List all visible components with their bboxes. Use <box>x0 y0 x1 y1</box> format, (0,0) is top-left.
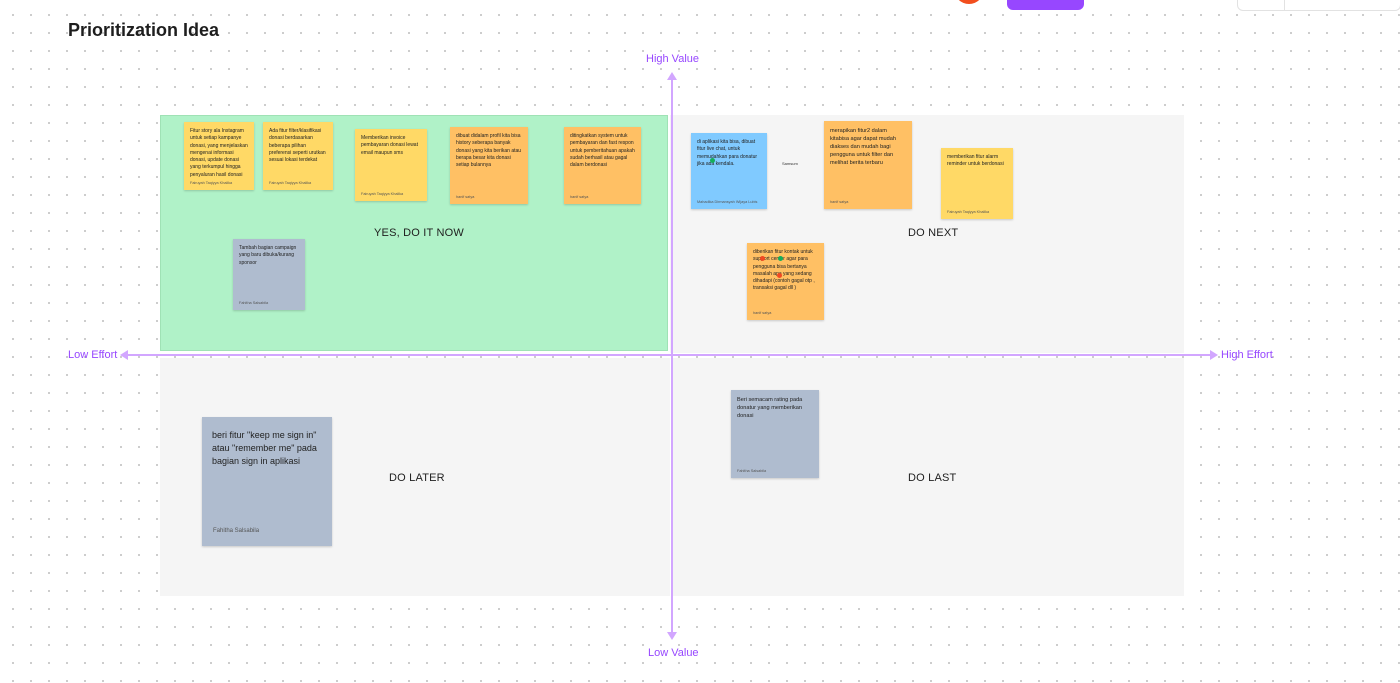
quadrant-label-do-last: DO LAST <box>908 472 957 484</box>
sticky-note-author: Fahitha Salsabila <box>213 528 260 534</box>
sticky-note[interactable]: Memberikan invoice pembayaran donasi lew… <box>355 129 427 201</box>
axis-label-high-value: High Value <box>646 53 699 65</box>
sticky-note-text: Tambah bagian campaign yang baru dibuka/… <box>239 245 297 266</box>
sticky-note[interactable]: Tambah bagian campaign yang baru dibuka/… <box>233 239 305 310</box>
page-title: Prioritization Idea <box>68 20 220 40</box>
quadrant-label-do-later: DO LATER <box>389 472 445 484</box>
sticky-note-author: Mahadika Dirmansyah Wijaya Lubis <box>697 200 758 204</box>
share-button[interactable] <box>1007 0 1084 10</box>
sticky-note[interactable]: memberikan fitur alarm reminder untuk be… <box>941 148 1013 219</box>
sticky-note[interactable]: diberikan fitur kontak untuk support cen… <box>747 243 824 320</box>
sticky-note[interactable]: dibuat didalam profil kita bisa history … <box>450 127 528 204</box>
sticky-note-text: memberikan fitur alarm reminder untuk be… <box>947 154 1004 168</box>
effort-axis <box>126 354 1212 356</box>
sticky-note-author: Fahitha Salsabila <box>239 301 269 305</box>
sticky-note-text: Ada fitur filter/klasifikasi donasi berd… <box>269 128 326 163</box>
quadrant-label-do-next: DO NEXT <box>908 227 959 239</box>
sticky-note[interactable]: Beri semacam rating pada donatur yang me… <box>731 390 819 478</box>
sticky-note-text: merapikan fitur2 dalam kitabisa agar dap… <box>830 128 896 167</box>
collaborator-cursor-icon <box>760 256 765 261</box>
sticky-note[interactable]: merapikan fitur2 dalam kitabisa agar dap… <box>824 121 912 209</box>
sticky-note-author: Fairuyah Taqiyya Khalika <box>269 181 312 185</box>
collaborator-cursor-icon <box>710 158 715 163</box>
sticky-note-author: hanif satya <box>456 195 475 199</box>
sticky-note[interactable]: ditingkatkan system untuk pembayaran dan… <box>564 127 641 204</box>
zoom-divider <box>1284 0 1285 10</box>
axis-label-low-effort: Low Effort <box>68 349 118 361</box>
sticky-note[interactable]: beri fitur "keep me sign in" atau "remem… <box>202 417 332 546</box>
sticky-note-author: hanif satya <box>753 311 772 315</box>
arrow-up-icon <box>667 72 677 80</box>
sticky-note-author: hanif satya <box>570 195 589 199</box>
sticky-note-text: di aplikasi kita bisa, dibuat fitur live… <box>697 139 758 167</box>
arrow-left-icon <box>120 350 128 360</box>
arrow-right-icon <box>1210 350 1218 360</box>
sticky-note[interactable]: Fitur story ala Instagram untuk setiap k… <box>184 122 254 190</box>
sticky-note-author: hanif satya <box>830 200 849 204</box>
axis-label-high-effort: High Effort <box>1221 349 1273 361</box>
sticky-note-author: Fairuyah Taqiyya Khalika <box>190 181 233 185</box>
sticky-note-text: ditingkatkan system untuk pembayaran dan… <box>570 133 635 168</box>
sticky-note[interactable]: Ada fitur filter/klasifikasi donasi berd… <box>263 122 333 190</box>
sticky-note[interactable]: di aplikasi kita bisa, dibuat fitur live… <box>691 133 767 209</box>
collaborator-cursor-icon <box>777 273 782 278</box>
sticky-note-author: Fahitha Salsabila <box>737 469 767 473</box>
sticky-note-text: Memberikan invoice pembayaran donasi lew… <box>361 135 418 156</box>
sticky-note-text: Fitur story ala Instagram untuk setiap k… <box>190 128 248 178</box>
value-axis <box>671 78 673 636</box>
zoom-control[interactable] <box>1237 0 1400 11</box>
quadrant-label-do-it-now: YES, DO IT NOW <box>374 227 464 239</box>
arrow-down-icon <box>667 632 677 640</box>
collaborator-cursor-icon <box>778 256 783 261</box>
sticky-note-text: beri fitur "keep me sign in" atau "remem… <box>212 430 317 467</box>
sticky-note-text: Beri semacam rating pada donatur yang me… <box>737 397 803 420</box>
user-avatar[interactable] <box>954 0 984 4</box>
sticky-note-author: Fairuyah Taqiyya Khalika <box>361 192 404 196</box>
stray-label: Samsum <box>782 161 798 166</box>
sticky-note-text: dibuat didalam profil kita bisa history … <box>456 133 522 168</box>
axis-label-low-value: Low Value <box>648 647 699 659</box>
sticky-note-author: Fairuyah Taqiyya Khalika <box>947 210 990 214</box>
